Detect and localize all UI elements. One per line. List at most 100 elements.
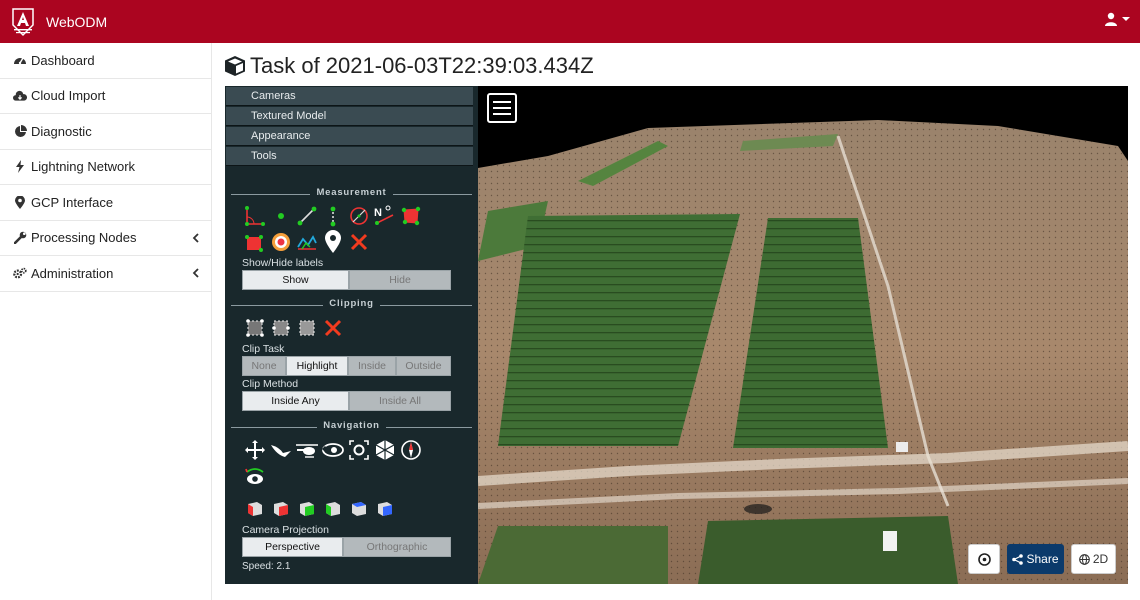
menu-toggle-button[interactable] (487, 93, 517, 123)
clip-task-caption: Clip Task (242, 343, 285, 355)
focus-controls-icon[interactable] (346, 437, 372, 463)
sidebar-item-label: Lightning Network (31, 159, 136, 175)
sidebar-item-lightning-network[interactable]: Lightning Network (0, 150, 211, 185)
back-view-icon[interactable] (320, 495, 346, 521)
full-extent-icon[interactable] (372, 437, 398, 463)
brand[interactable]: WebODM (10, 7, 107, 37)
pie-chart-icon (13, 124, 27, 138)
measurement-heading: Measurement (231, 187, 472, 201)
bottom-view-icon[interactable] (372, 495, 398, 521)
navigation-cube-icon[interactable] (242, 463, 268, 489)
azimuth-measure-icon[interactable]: N (372, 203, 398, 229)
sidebar-item-label: GCP Interface (31, 194, 114, 210)
orbit-controls-icon[interactable] (320, 437, 346, 463)
remove-clipping-icon[interactable] (320, 315, 346, 341)
info-button[interactable] (968, 544, 1000, 574)
clip-volume-icon[interactable] (268, 315, 294, 341)
wrench-icon (13, 231, 27, 245)
point-cloud-scene[interactable] (478, 86, 1128, 584)
circle-measure-icon[interactable] (346, 203, 372, 229)
compass-icon[interactable] (398, 437, 424, 463)
accordion-tools[interactable]: Tools (226, 147, 473, 166)
top-navbar: WebODM (0, 0, 1140, 43)
share-button[interactable]: Share (1007, 544, 1064, 574)
task-title: Task of 2021-06-03T22:39:03.434Z (250, 53, 594, 78)
globe-icon (1078, 553, 1090, 565)
accordion-appearance[interactable]: Appearance (226, 127, 473, 146)
app-name: WebODM (46, 13, 108, 30)
bolt-icon (13, 160, 27, 174)
sphere-volume-icon[interactable] (268, 229, 294, 255)
sidebar-item-gcp-interface[interactable]: GCP Interface (0, 185, 211, 221)
clip-method-inside-any-button[interactable]: Inside Any (242, 391, 349, 411)
info-circle-icon (977, 552, 991, 566)
sidebar-item-cloud-import[interactable]: Cloud Import (0, 79, 211, 114)
user-icon (1105, 12, 1117, 26)
chevron-left-icon (192, 232, 199, 243)
sidebar-item-dashboard[interactable]: Dashboard (0, 43, 211, 79)
volume-measure-icon[interactable] (242, 229, 268, 255)
cube-icon (225, 56, 245, 76)
menu-bar-icon (493, 107, 511, 109)
camera-projection-caption: Camera Projection (242, 524, 329, 536)
sidebar-item-administration[interactable]: Administration (0, 256, 211, 292)
accordion-cameras[interactable]: Cameras (226, 87, 473, 106)
2d-label: 2D (1092, 552, 1109, 566)
profile-measure-icon[interactable] (294, 229, 320, 255)
hide-labels-button[interactable]: Hide (349, 270, 451, 290)
clip-method-inside-all-button[interactable]: Inside All (349, 391, 451, 411)
fly-controls-icon[interactable] (268, 437, 294, 463)
point-measure-icon[interactable] (268, 203, 294, 229)
right-view-icon[interactable] (268, 495, 294, 521)
share-icon (1012, 553, 1024, 565)
sidebar: Dashboard Cloud Import Diagnostic Lightn… (0, 43, 212, 600)
left-view-icon[interactable] (242, 495, 268, 521)
user-menu[interactable] (1104, 12, 1132, 26)
menu-bar-icon (493, 113, 511, 115)
clip-polygon-icon[interactable] (242, 315, 268, 341)
university-logo-icon (12, 7, 34, 36)
show-labels-button[interactable]: Show (242, 270, 349, 290)
sidebar-item-label: Processing Nodes (31, 230, 137, 246)
potree-sidebar: Cameras Textured Model Appearance Tools … (225, 86, 478, 584)
menu-bar-icon (493, 101, 511, 103)
accordion-textured-model[interactable]: Textured Model (226, 107, 473, 126)
sidebar-item-label: Cloud Import (31, 88, 106, 104)
potree-viewer[interactable]: Cameras Textured Model Appearance Tools … (225, 86, 1128, 584)
perspective-button[interactable]: Perspective (242, 537, 343, 557)
dashboard-icon (13, 53, 27, 67)
speed-label: Speed: 2.1 (242, 561, 291, 572)
front-view-icon[interactable] (294, 495, 320, 521)
area-measure-icon[interactable] (398, 203, 424, 229)
annotation-marker-icon[interactable] (320, 229, 346, 255)
remove-measurements-icon[interactable] (346, 229, 372, 255)
height-measure-icon[interactable] (320, 203, 346, 229)
clip-method-caption: Clip Method (242, 378, 299, 390)
sidebar-item-label: Diagnostic (31, 123, 92, 139)
earth-controls-icon[interactable] (242, 437, 268, 463)
sidebar-item-label: Administration (31, 265, 114, 281)
show-hide-labels-caption: Show/Hide labels (242, 257, 324, 269)
sidebar-item-processing-nodes[interactable]: Processing Nodes (0, 221, 211, 256)
cogs-icon (13, 266, 27, 280)
helicopter-controls-icon[interactable] (294, 437, 320, 463)
2d-view-button[interactable]: 2D (1071, 544, 1116, 574)
distance-measure-icon[interactable] (294, 203, 320, 229)
clipping-heading: Clipping (231, 298, 472, 312)
chevron-left-icon (192, 268, 199, 278)
navigation-heading: Navigation (231, 420, 472, 434)
clip-task-inside-button[interactable]: Inside (348, 356, 396, 376)
map-marker-icon (13, 195, 27, 209)
clip-task-highlight-button[interactable]: Highlight (286, 356, 348, 376)
orthographic-button[interactable]: Orthographic (343, 537, 451, 557)
angle-measure-icon[interactable] (242, 203, 268, 229)
clip-task-outside-button[interactable]: Outside (396, 356, 451, 376)
top-view-icon[interactable] (346, 495, 372, 521)
share-label: Share (1026, 552, 1059, 566)
svg-text:N: N (374, 207, 382, 219)
sidebar-item-diagnostic[interactable]: Diagnostic (0, 114, 211, 150)
sidebar-item-label: Dashboard (31, 52, 95, 68)
clip-box-icon[interactable] (294, 315, 320, 341)
clip-task-none-button[interactable]: None (242, 356, 286, 376)
page-title: Task of 2021-06-03T22:39:03.434Z (224, 52, 594, 80)
